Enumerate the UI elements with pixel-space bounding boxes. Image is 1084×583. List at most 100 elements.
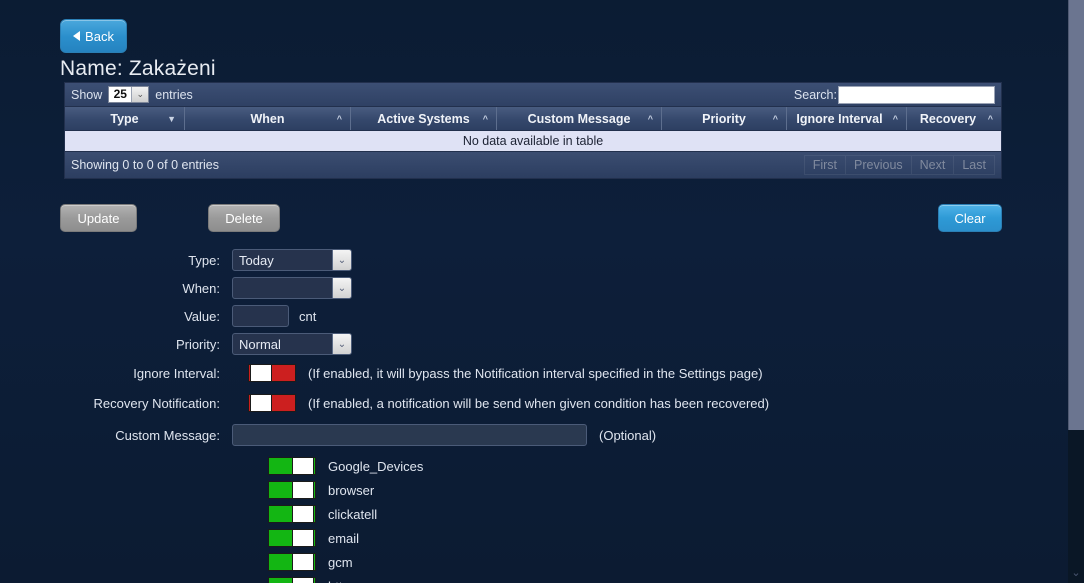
column-header-type[interactable]: Type ▼	[65, 107, 185, 130]
column-header-custom-message[interactable]: Custom Message ^	[497, 107, 662, 130]
column-label: Custom Message	[527, 111, 631, 126]
back-button[interactable]: Back	[60, 19, 127, 53]
priority-select[interactable]: Normal ⌄	[232, 333, 352, 355]
sort-desc-icon: ▼	[167, 113, 176, 124]
column-header-active-systems[interactable]: Active Systems ^	[351, 107, 497, 130]
sort-asc-icon: ^	[892, 113, 898, 124]
pagination-last[interactable]: Last	[953, 155, 995, 175]
pagination-first[interactable]: First	[803, 155, 846, 175]
pagination-next[interactable]: Next	[910, 155, 954, 175]
page-title: Name: Zakażeni	[60, 57, 216, 80]
column-header-when[interactable]: When ^	[185, 107, 351, 130]
sort-asc-icon: ^	[482, 113, 488, 124]
form-row-priority: Priority: Normal ⌄	[0, 332, 1040, 356]
entries-select[interactable]: 25 ⌄	[108, 86, 150, 103]
form-row-type: Type: Today ⌄	[0, 248, 1040, 272]
sort-asc-icon: ^	[336, 113, 342, 124]
pagination-previous[interactable]: Previous	[845, 155, 911, 175]
system-toggle-row: clickatell	[0, 502, 1040, 526]
system-toggle-row: browser	[0, 478, 1040, 502]
system-toggle-email[interactable]	[268, 529, 316, 547]
entries-label: entries	[155, 87, 193, 102]
system-label: Google_Devices	[328, 458, 424, 474]
form-row-ignore-interval: Ignore Interval: (If enabled, it will by…	[0, 360, 1040, 386]
ignore-interval-toggle[interactable]	[248, 364, 296, 382]
chevron-down-icon: ⌄	[131, 87, 149, 102]
update-button[interactable]: Update	[60, 204, 137, 232]
page-root: Back Name: Zakażeni Show 25 ⌄ entries Se…	[0, 0, 1084, 583]
form-row-recovery-notification: Recovery Notification: (If enabled, a no…	[0, 390, 1040, 416]
vertical-scrollbar[interactable]: ⌄	[1068, 0, 1084, 583]
custom-message-input[interactable]	[232, 424, 587, 446]
column-label: Active Systems	[377, 111, 470, 126]
recovery-notification-label: Recovery Notification:	[93, 395, 220, 411]
table-header-row: Type ▼ When ^ Active Systems ^ Custom Me…	[64, 107, 1002, 130]
system-toggle-row: email	[0, 526, 1040, 550]
when-select[interactable]: ⌄	[232, 277, 352, 299]
recovery-notification-toggle[interactable]	[248, 394, 296, 412]
toggle-knob	[250, 395, 272, 411]
search-input[interactable]	[838, 86, 995, 104]
table-toolbar: Show 25 ⌄ entries Search:	[64, 82, 1002, 107]
column-label: Recovery	[919, 111, 977, 126]
ignore-interval-label: Ignore Interval:	[133, 365, 220, 381]
chevron-down-icon: ⌄	[332, 250, 351, 270]
toggle-knob	[292, 554, 314, 570]
search-label: Search:	[793, 88, 837, 102]
system-label: email	[328, 530, 360, 546]
system-label: browser	[328, 482, 375, 498]
system-toggle-row: Google_Devices	[0, 454, 1040, 478]
priority-select-value: Normal	[239, 336, 281, 352]
custom-message-label: Custom Message:	[115, 427, 220, 443]
scrollbar-thumb[interactable]	[1068, 0, 1084, 430]
column-label: Type	[110, 111, 139, 126]
type-select[interactable]: Today ⌄	[232, 249, 352, 271]
back-button-label: Back	[85, 28, 114, 44]
ignore-interval-hint: (If enabled, it will bypass the Notifica…	[308, 365, 763, 381]
form-row-value: Value: cnt	[0, 304, 1040, 328]
alerts-table: Show 25 ⌄ entries Search: Type ▼ When ^	[64, 82, 1002, 179]
system-toggle-clickatell[interactable]	[268, 505, 316, 523]
system-toggle-google-devices[interactable]	[268, 457, 316, 475]
column-label: When	[250, 111, 285, 126]
value-input[interactable]	[232, 305, 289, 327]
system-toggle-http[interactable]	[268, 577, 316, 583]
system-label: clickatell	[328, 506, 378, 522]
toggle-knob	[292, 506, 314, 522]
column-header-ignore-interval[interactable]: Ignore Interval ^	[787, 107, 907, 130]
delete-button[interactable]: Delete	[208, 204, 280, 232]
table-length-control: Show 25 ⌄ entries	[71, 86, 193, 103]
when-label: When:	[182, 280, 220, 296]
pagination: First Previous Next Last	[803, 155, 995, 175]
system-toggle-row: gcm	[0, 550, 1040, 574]
sort-asc-icon: ^	[647, 113, 653, 124]
column-label: Ignore Interval	[796, 111, 883, 126]
clear-button[interactable]: Clear	[938, 204, 1002, 232]
system-toggle-row: http	[0, 574, 1040, 583]
system-label: gcm	[328, 554, 353, 570]
column-header-priority[interactable]: Priority ^	[662, 107, 787, 130]
value-label: Value:	[184, 308, 220, 324]
form-row-custom-message: Custom Message: (Optional)	[0, 420, 1040, 450]
toggle-knob	[292, 482, 314, 498]
action-buttons: Update Delete Clear	[60, 204, 1002, 232]
type-select-value: Today	[239, 252, 274, 268]
system-toggle-browser[interactable]	[268, 481, 316, 499]
custom-message-hint: (Optional)	[599, 427, 657, 443]
column-header-recovery[interactable]: Recovery ^	[907, 107, 1001, 130]
table-search: Search:	[794, 86, 995, 104]
triangle-left-icon	[73, 31, 81, 41]
toggle-knob	[292, 530, 314, 546]
toggle-knob	[292, 458, 314, 474]
toggle-knob	[292, 578, 314, 583]
sort-asc-icon: ^	[987, 113, 993, 124]
sort-asc-icon: ^	[772, 113, 778, 124]
table-empty-message: No data available in table	[64, 130, 1002, 152]
system-label: http	[328, 579, 350, 583]
chevron-down-icon[interactable]: ⌄	[1068, 565, 1084, 581]
system-toggle-gcm[interactable]	[268, 553, 316, 571]
table-info: Showing 0 to 0 of 0 entries	[71, 158, 220, 172]
priority-label: Priority:	[175, 336, 220, 352]
table-footer: Showing 0 to 0 of 0 entries First Previo…	[64, 152, 1002, 179]
value-unit-label: cnt	[299, 308, 317, 324]
